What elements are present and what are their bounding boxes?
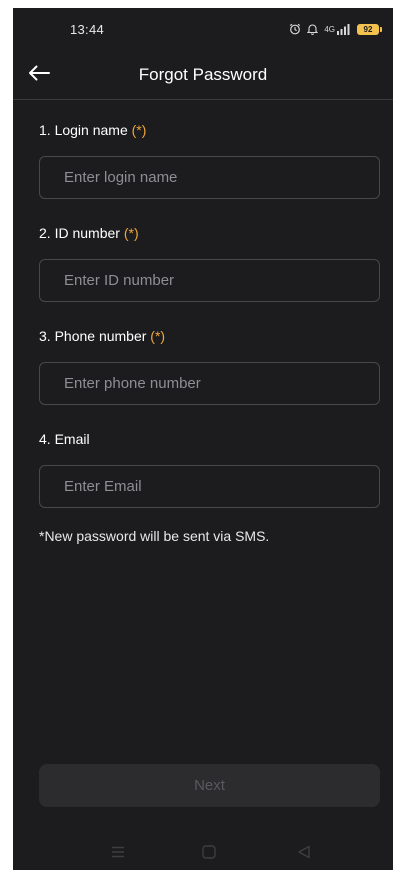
menu-icon[interactable] [106, 842, 130, 862]
network-label: 4G [324, 24, 335, 34]
required-mark: (*) [123, 225, 139, 241]
next-button[interactable]: Next [39, 764, 380, 807]
login-name-input[interactable] [62, 168, 379, 187]
phone-number-field-group: 3. Phone number (*) [39, 326, 380, 405]
phone-number-input-box[interactable] [39, 362, 380, 405]
phone-number-label-text: 3. Phone number [39, 328, 147, 344]
signal-icon [337, 23, 351, 35]
bell-icon [307, 23, 319, 35]
id-number-label-text: 2. ID number [39, 225, 120, 241]
phone-number-label: 3. Phone number (*) [39, 326, 380, 346]
app-header: Forgot Password [13, 52, 393, 100]
email-label: 4. Email [39, 429, 380, 449]
page-title: Forgot Password [138, 65, 268, 84]
system-nav-bar [13, 830, 393, 870]
id-number-field-group: 2. ID number (*) [39, 223, 380, 302]
login-name-input-box[interactable] [39, 156, 380, 199]
battery-icon: 92 [357, 23, 382, 35]
sms-note: *New password will be sent via SMS. [39, 528, 270, 544]
forgot-password-form: 1. Login name (*) 2. ID number (*) 3. Ph… [39, 120, 380, 544]
login-name-label: 1. Login name (*) [39, 120, 380, 140]
app-screen: 13:44 4G 92 Forgot Password 1. Login nam… [13, 8, 393, 870]
email-label-text: 4. Email [39, 431, 90, 447]
alarm-icon [289, 23, 301, 35]
status-time: 13:44 [70, 22, 105, 37]
required-mark: (*) [131, 122, 147, 138]
email-input[interactable] [62, 477, 379, 496]
login-name-field-group: 1. Login name (*) [39, 120, 380, 199]
email-input-box[interactable] [39, 465, 380, 508]
status-icons: 4G 92 [289, 23, 382, 35]
id-number-label: 2. ID number (*) [39, 223, 380, 243]
back-triangle-icon[interactable] [292, 842, 316, 862]
home-icon[interactable] [197, 842, 221, 862]
phone-number-input[interactable] [62, 374, 379, 393]
required-mark: (*) [150, 328, 166, 344]
id-number-input-box[interactable] [39, 259, 380, 302]
login-name-label-text: 1. Login name [39, 122, 128, 138]
email-field-group: 4. Email [39, 429, 380, 508]
id-number-input[interactable] [62, 271, 379, 290]
status-bar: 13:44 4G 92 [13, 8, 393, 52]
